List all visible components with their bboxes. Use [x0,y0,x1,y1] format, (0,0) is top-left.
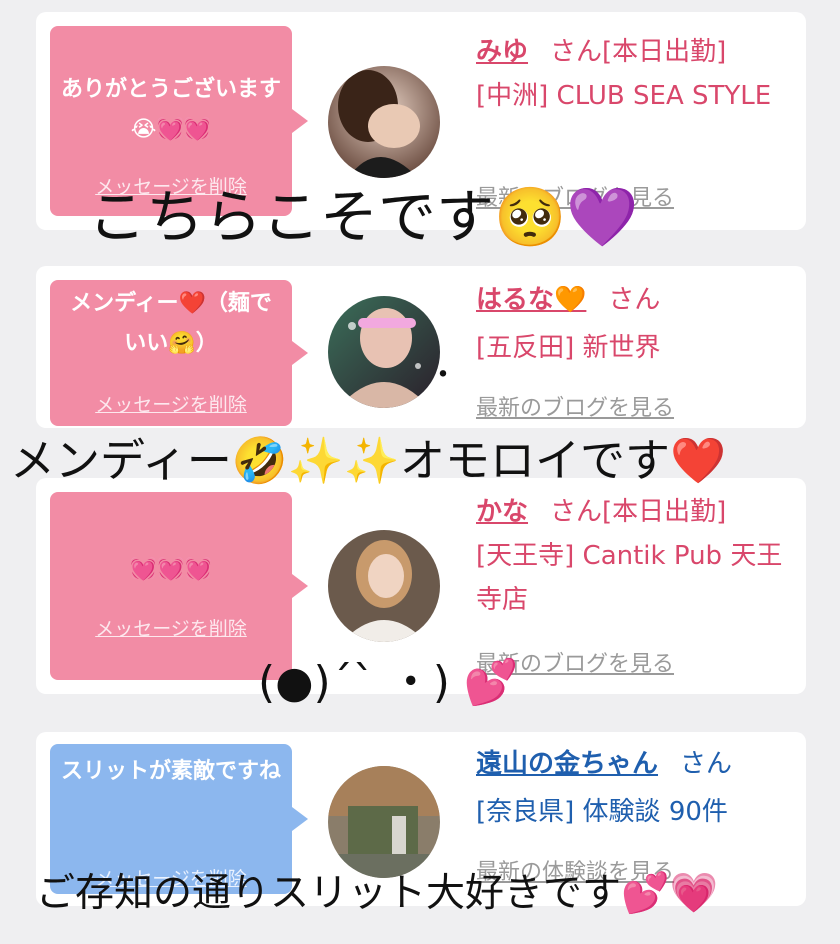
reply-dot: ・ [428,358,458,393]
user-suffix: さん [608,285,661,315]
user-info: 遠山の金ちゃん さん [奈良県] 体験談 90件 [476,742,796,834]
reply-caption-1: こちらこそです🥺💜 [88,183,639,251]
message-text: ありがとうございます😭💓💓 [60,77,281,142]
avatar-photo [328,296,440,408]
avatar-photo [328,66,440,178]
message-card: メンディー❤️（麺でいい🤗） メッセージを削除 はるな🧡 さん [五反田] 新世界… [36,266,806,428]
message-text: メンディー❤️（麺でいい🤗） [70,291,272,356]
shop-name: [五反田] 新世界 [476,333,661,363]
avatar[interactable] [328,296,440,408]
delete-message-link[interactable]: メッセージを削除 [50,390,292,417]
shop-name: [中洲] CLUB SEA STYLE [476,81,772,111]
avatar[interactable] [328,66,440,178]
reply-caption-4: ご存知の通りスリット大好きです💕💗 [36,871,719,916]
message-bubble: 💓💓💓 メッセージを削除 [50,492,308,680]
user-name-link[interactable]: 遠山の金ちゃん [476,749,658,779]
user-info: はるな🧡 さん [五反田] 新世界 [476,278,796,370]
user-name-link[interactable]: はるな🧡 [476,285,586,315]
user-info: かな さん[本日出勤] [天王寺] Cantik Pub 天王寺店 [476,490,796,622]
avatar-photo [328,530,440,642]
reply-caption-3: (●)´` ・) 💕 [258,657,519,708]
user-name-link[interactable]: みゆ [476,37,528,67]
avatar[interactable] [328,530,440,642]
message-text: 💓💓💓 [129,557,213,582]
user-name-link[interactable]: かな [476,497,528,527]
reply-caption-2: メンディー🤣✨✨オモロイです❤️ [10,434,726,487]
message-bubble: メンディー❤️（麺でいい🤗） メッセージを削除 [50,280,308,426]
shop-name: [天王寺] Cantik Pub 天王寺店 [476,541,783,615]
user-suffix: さん [680,749,733,779]
latest-blog-link[interactable]: 最新のブログを見る [476,390,674,422]
user-suffix: さん[本日出勤] [550,497,727,527]
message-text: スリットが素敵ですね [60,759,281,784]
user-info: みゆ さん[本日出勤] [中洲] CLUB SEA STYLE [476,30,796,118]
shop-name: [奈良県] 体験談 90件 [476,797,728,827]
delete-message-link[interactable]: メッセージを削除 [50,614,292,641]
user-suffix: さん[本日出勤] [550,37,727,67]
